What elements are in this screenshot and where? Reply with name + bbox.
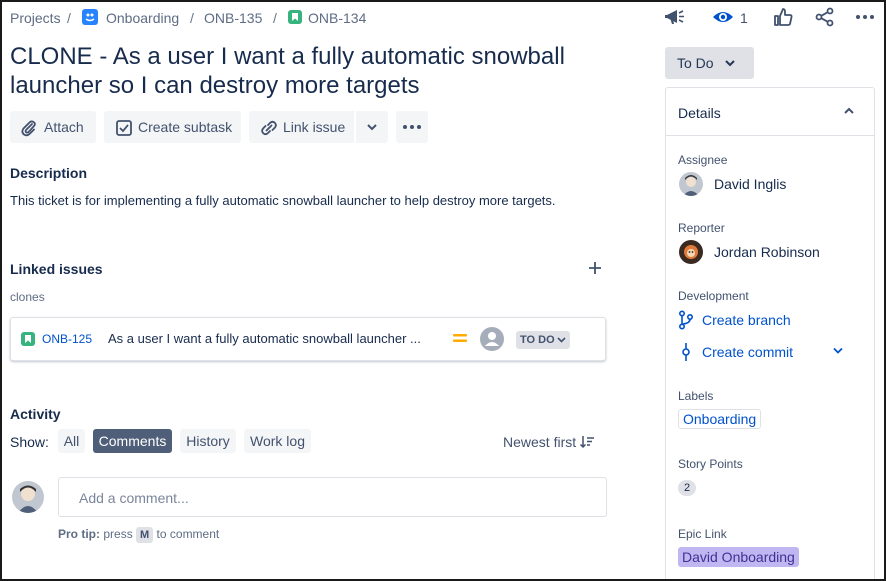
window-border bbox=[0, 0, 886, 581]
